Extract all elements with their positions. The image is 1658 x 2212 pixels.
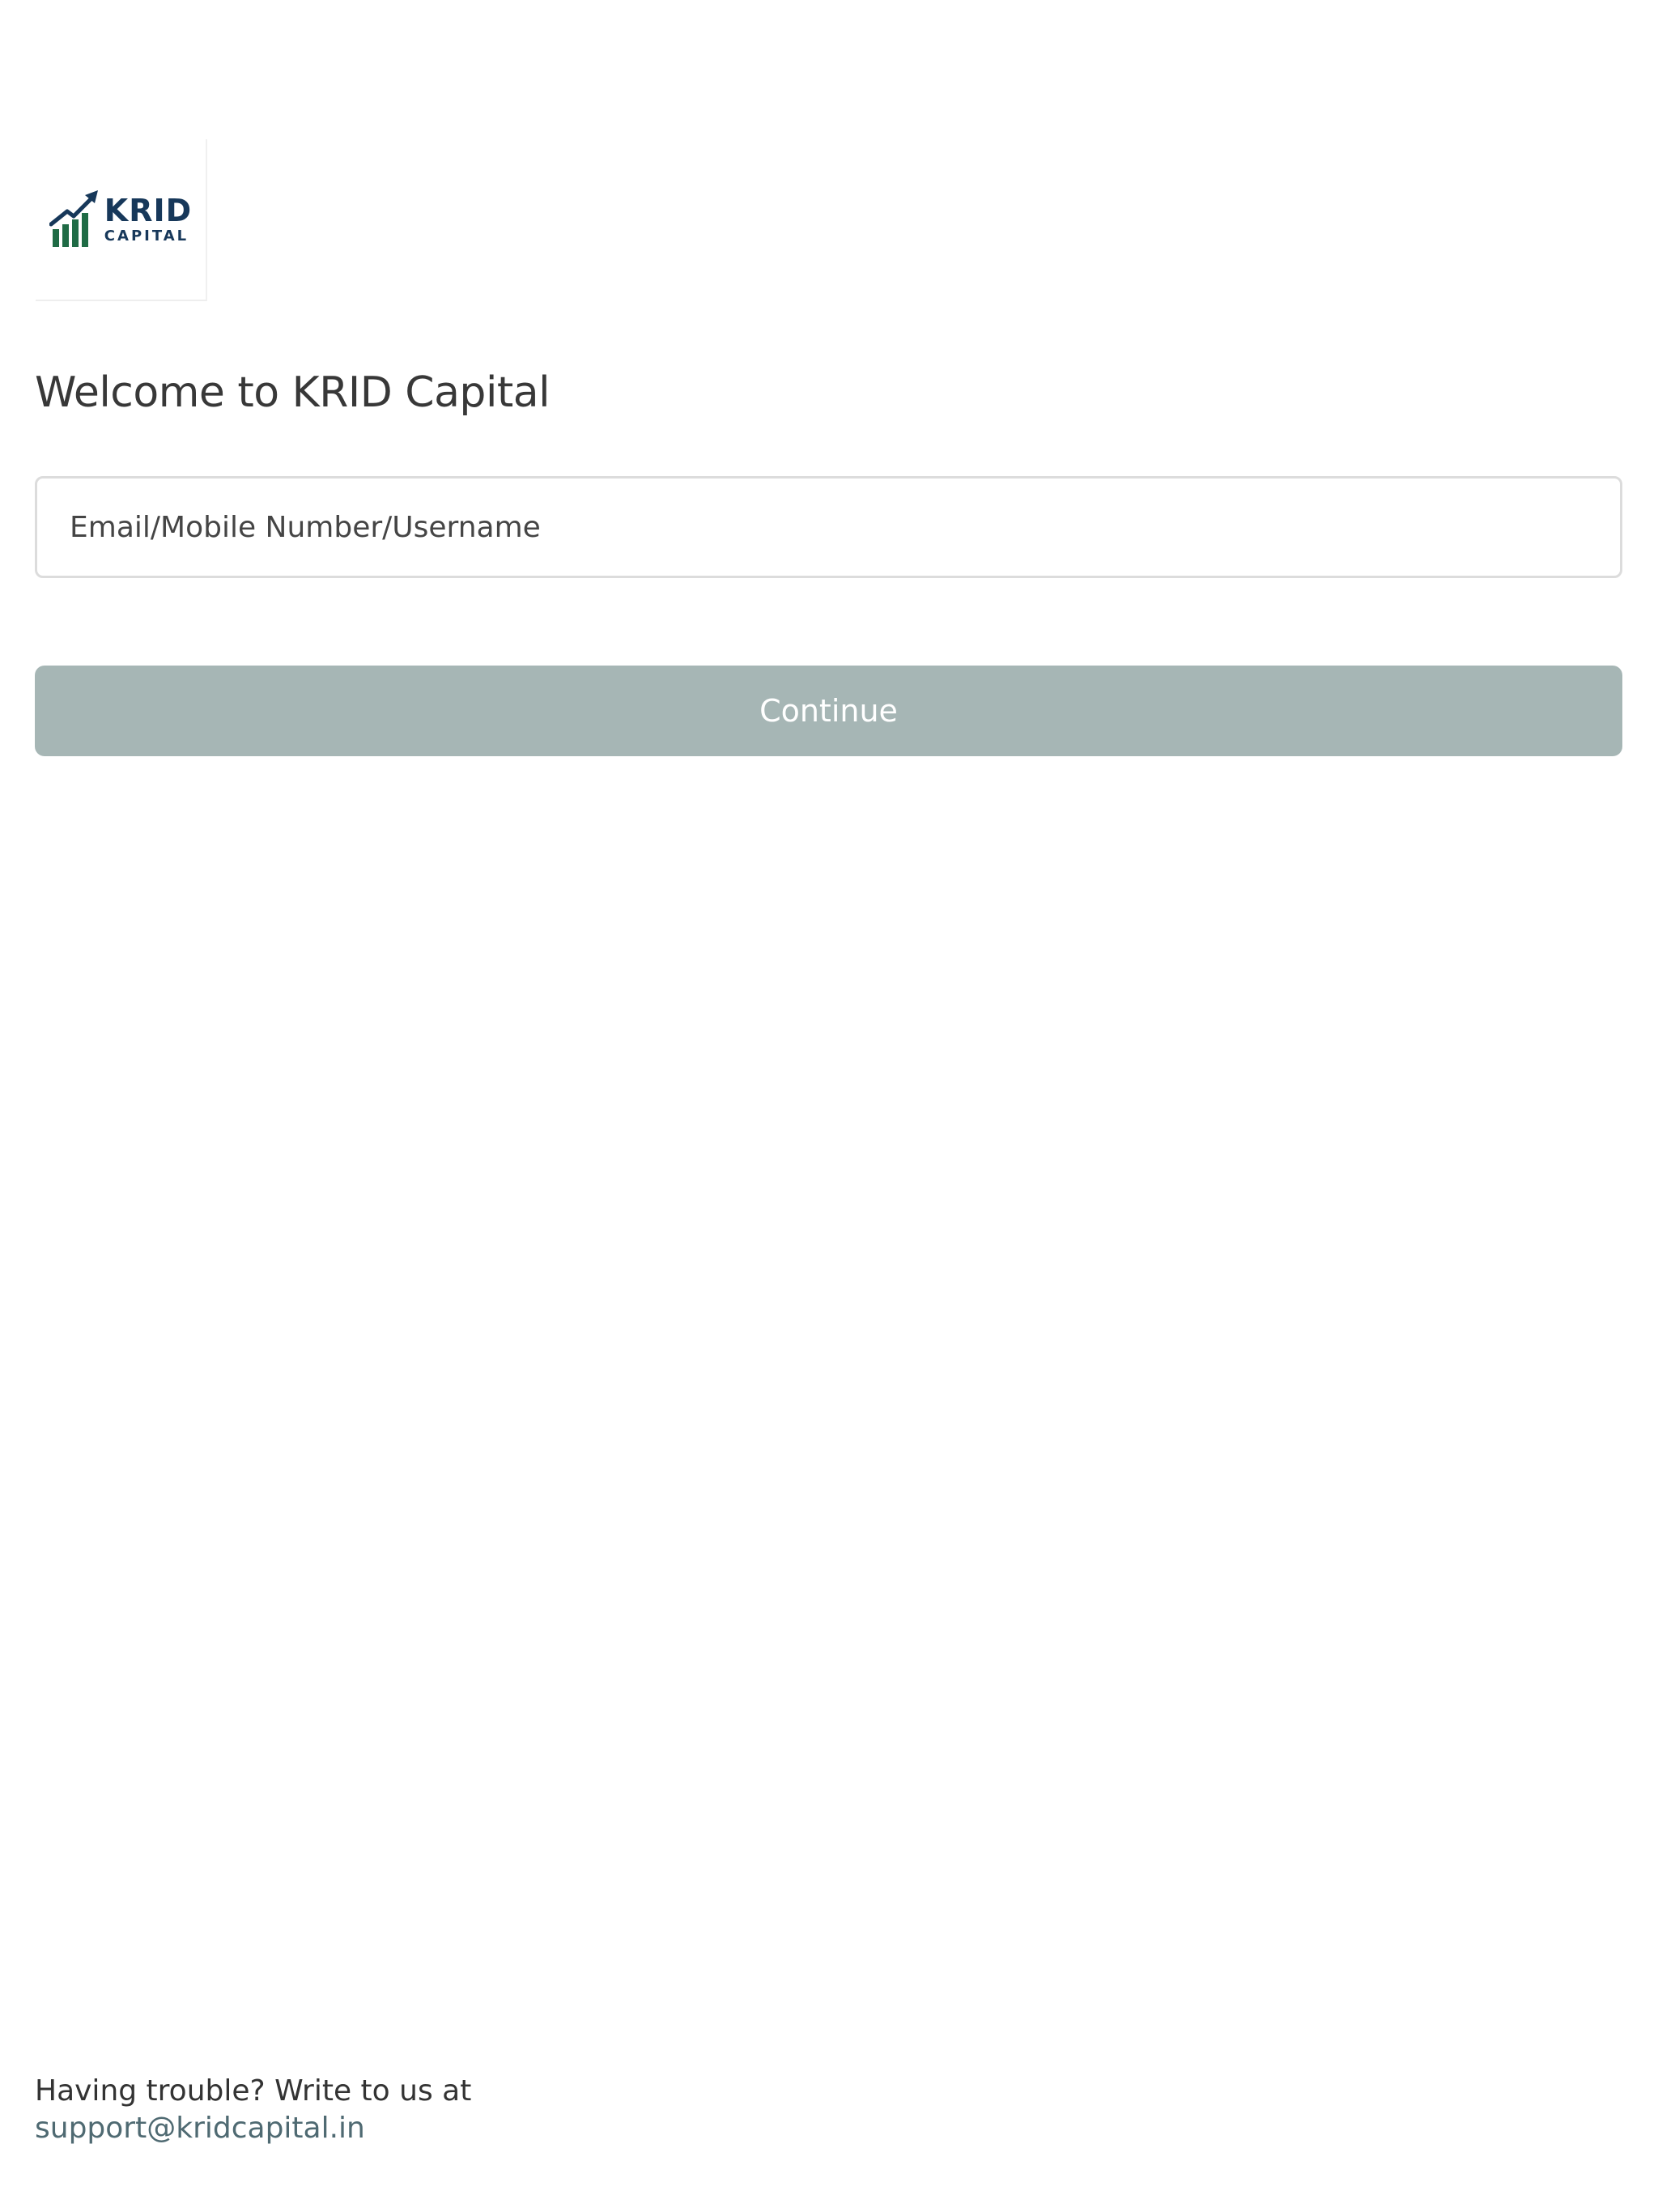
identifier-field-container bbox=[35, 476, 1622, 578]
logo-wordmark: KRID CAPITAL bbox=[104, 195, 192, 244]
krid-capital-logo: KRID CAPITAL bbox=[49, 189, 192, 250]
bar-chart-arrow-icon bbox=[49, 189, 100, 250]
continue-button[interactable]: Continue bbox=[35, 666, 1622, 756]
page-title: Welcome to KRID Capital bbox=[35, 368, 551, 417]
help-footer: Having trouble? Write to us at support@k… bbox=[35, 2073, 471, 2147]
help-text: Having trouble? Write to us at bbox=[35, 2074, 472, 2108]
logo-title: KRID bbox=[104, 193, 193, 228]
logo-card: KRID CAPITAL bbox=[36, 139, 207, 301]
identifier-input[interactable] bbox=[37, 479, 1620, 576]
support-email-link[interactable]: support@kridcapital.in bbox=[35, 2110, 471, 2147]
logo-subtitle: CAPITAL bbox=[104, 228, 189, 245]
